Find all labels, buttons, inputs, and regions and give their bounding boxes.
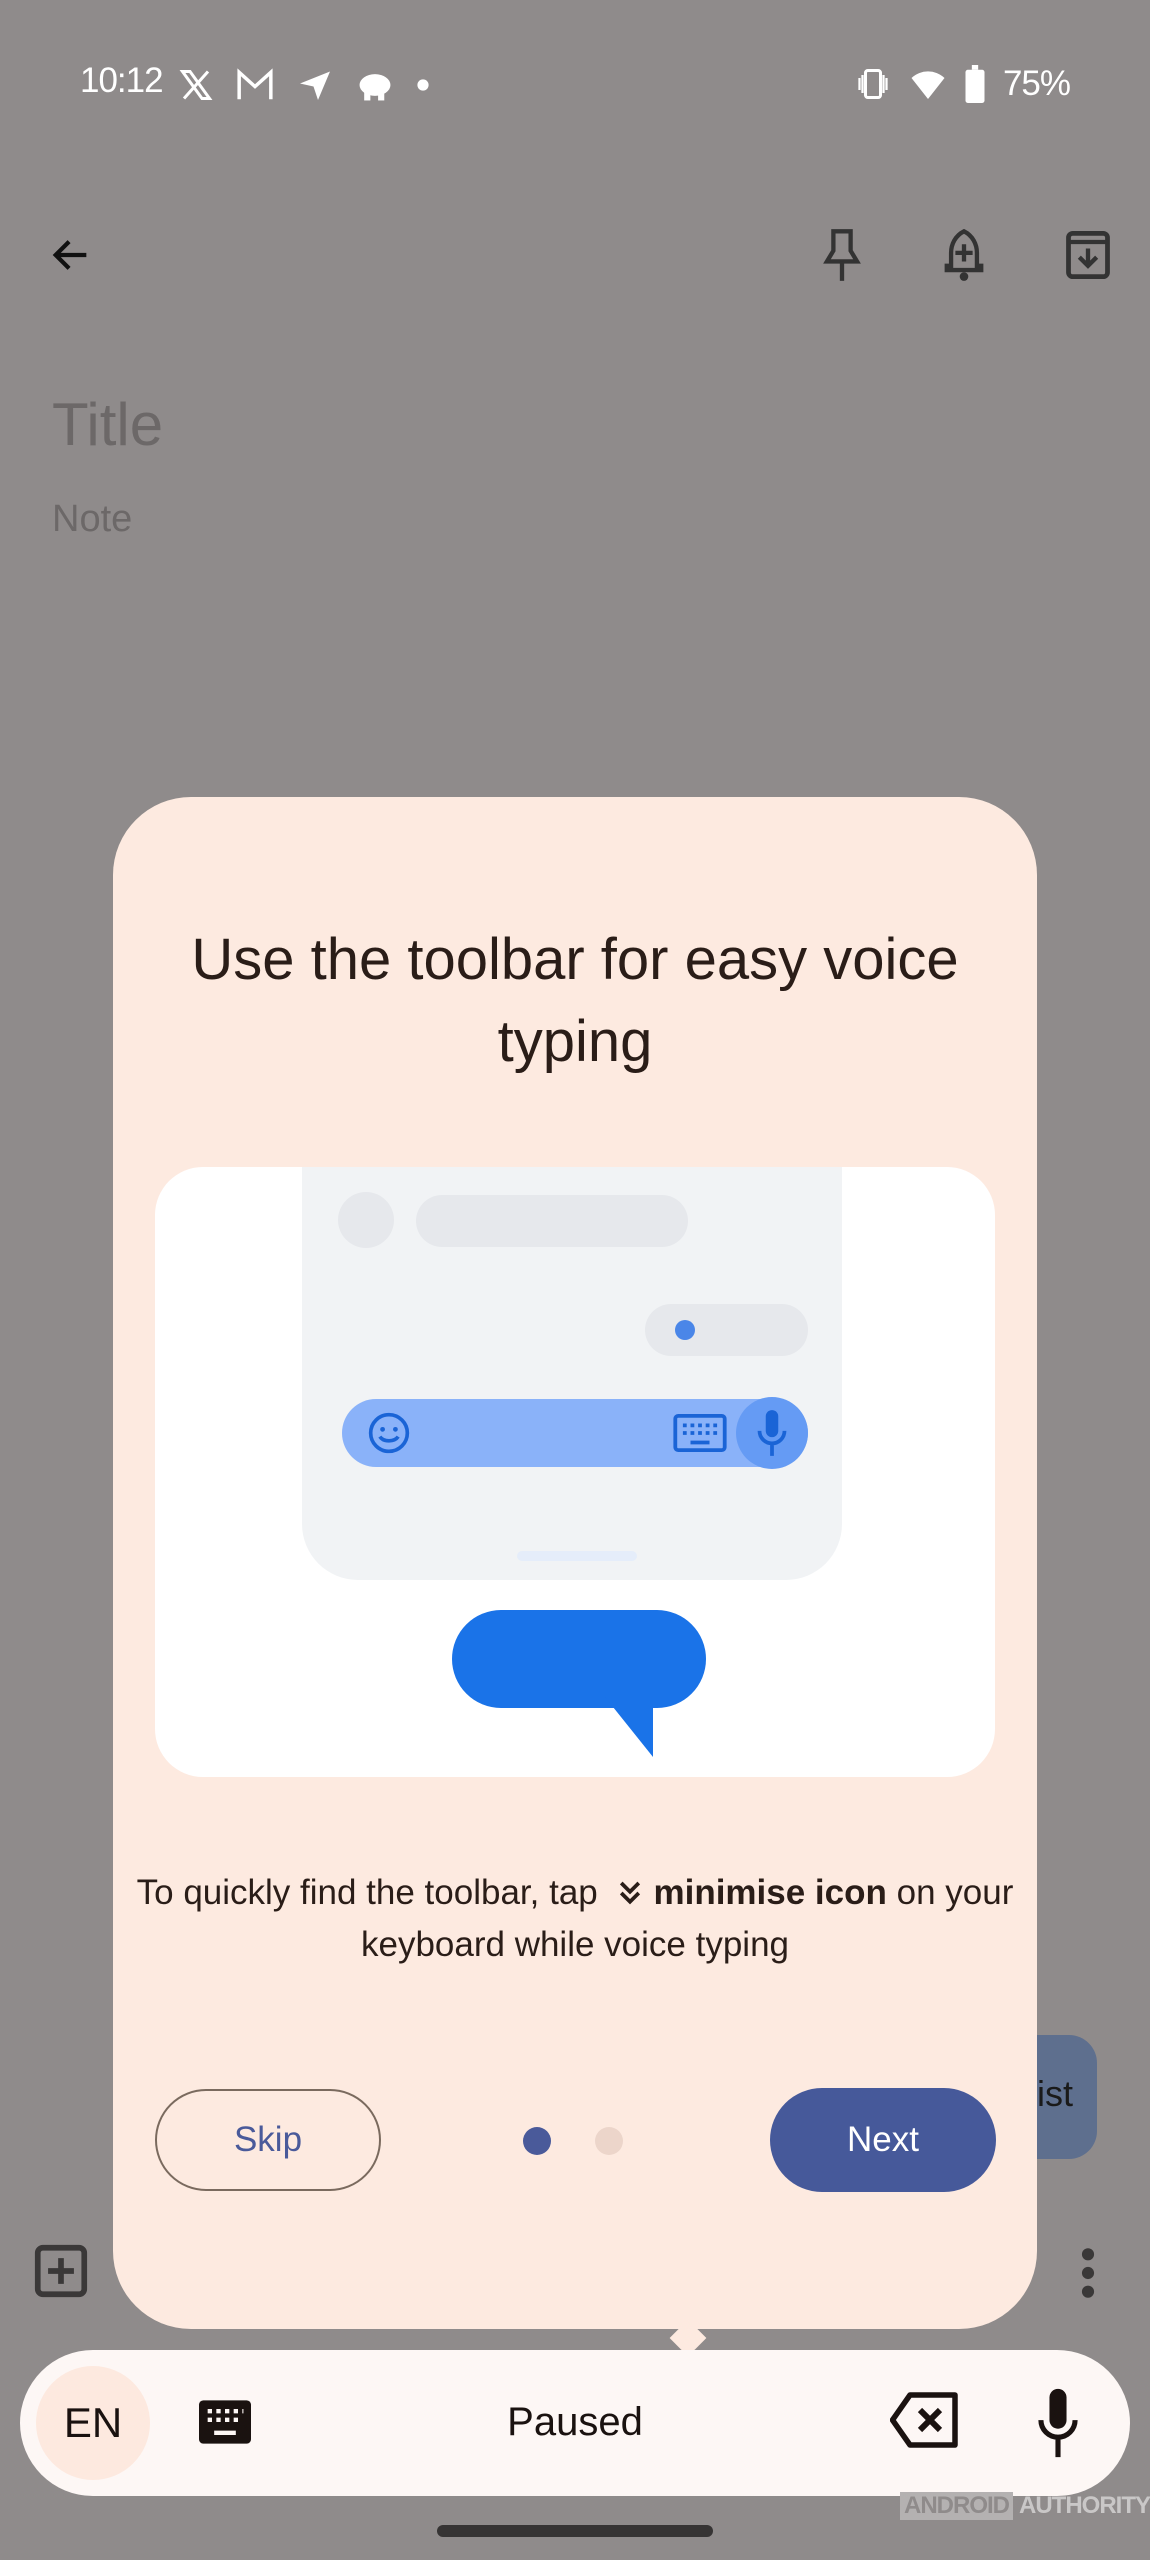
reminder-button[interactable] — [929, 220, 999, 290]
telegram-icon — [300, 71, 330, 100]
app-bar — [0, 220, 1150, 290]
note-title-input[interactable]: Title — [52, 390, 163, 459]
keyboard-icon — [673, 1414, 727, 1452]
page-dot-2 — [595, 2127, 623, 2155]
illustration-phone — [302, 1167, 842, 1580]
x-icon — [179, 70, 213, 100]
vibrate-icon — [858, 69, 888, 99]
wifi-icon — [911, 71, 945, 99]
back-arrow-icon — [52, 240, 87, 270]
backspace-icon — [889, 2392, 958, 2448]
system-icons: 75% — [855, 61, 1071, 107]
illustration-message-line — [416, 1195, 688, 1247]
home-gesture-bar[interactable] — [437, 2525, 713, 2537]
description-bold: minimise icon — [653, 1873, 887, 1912]
pin-button[interactable] — [807, 220, 877, 290]
minimise-chevrons-icon — [620, 1881, 641, 1905]
illustration-gesture-handle — [517, 1551, 637, 1561]
note-body-input[interactable]: Note — [52, 498, 132, 541]
dialog-title: Use the toolbar for easy voice typing — [191, 927, 959, 1074]
piggy-bank-icon — [359, 74, 391, 101]
battery-icon — [965, 65, 985, 103]
reminder-icon — [944, 228, 984, 281]
add-box-icon — [34, 2244, 88, 2298]
watermark-part1: ANDROID — [900, 2492, 1013, 2520]
battery-percent: 75% — [1002, 64, 1071, 103]
mic-icon — [757, 1410, 787, 1456]
voice-status: Paused — [507, 2400, 643, 2444]
status-bar: 10:12 75% — [0, 55, 1150, 115]
gmail-icon — [237, 68, 273, 100]
description-prefix: To quickly find the toolbar, tap — [136, 1873, 598, 1912]
more-options-button[interactable] — [1070, 2245, 1106, 2301]
next-button[interactable]: Next — [770, 2088, 996, 2192]
mic-button[interactable] — [1035, 2386, 1081, 2460]
emoji-icon — [368, 1412, 410, 1454]
watermark: ANDROID AUTHORITY — [900, 2492, 1150, 2520]
illustration-voice-toolbar — [342, 1397, 808, 1469]
add-content-button[interactable] — [30, 2240, 92, 2302]
backspace-button[interactable] — [889, 2390, 960, 2450]
skip-button[interactable]: Skip — [155, 2089, 381, 2191]
archive-icon — [1066, 230, 1110, 280]
illustration-mic-button — [736, 1397, 808, 1469]
archive-button[interactable] — [1053, 220, 1123, 290]
dialog-description: To quickly find the toolbar, tap minimis… — [133, 1867, 1017, 1971]
status-time: 10:12 — [80, 61, 164, 100]
mic-icon — [1038, 2388, 1078, 2458]
more-vert-icon — [1081, 2248, 1095, 2298]
pin-icon — [823, 229, 861, 281]
checklist-chip-label: ist — [1037, 2073, 1073, 2114]
voice-toolbar-tutorial-dialog: Use the toolbar for easy voice typing To… — [113, 797, 1037, 2357]
back-button[interactable] — [36, 220, 106, 290]
illustration-speech-bubble-tail — [605, 1697, 653, 1757]
notification-icons — [178, 63, 430, 107]
watermark-part2: AUTHORITY — [1019, 2492, 1150, 2519]
illustration-speech-bubble — [452, 1610, 706, 1708]
illustration-typing-dot — [675, 1320, 695, 1340]
illustration-avatar — [338, 1192, 394, 1248]
notification-dot-icon — [417, 79, 429, 91]
illustration-reply-bubble — [645, 1304, 808, 1356]
tutorial-illustration — [155, 1167, 995, 1777]
page-indicator — [523, 2127, 623, 2155]
page-dot-1-active — [523, 2127, 551, 2155]
voice-typing-toolbar: EN Paused — [20, 2350, 1130, 2496]
